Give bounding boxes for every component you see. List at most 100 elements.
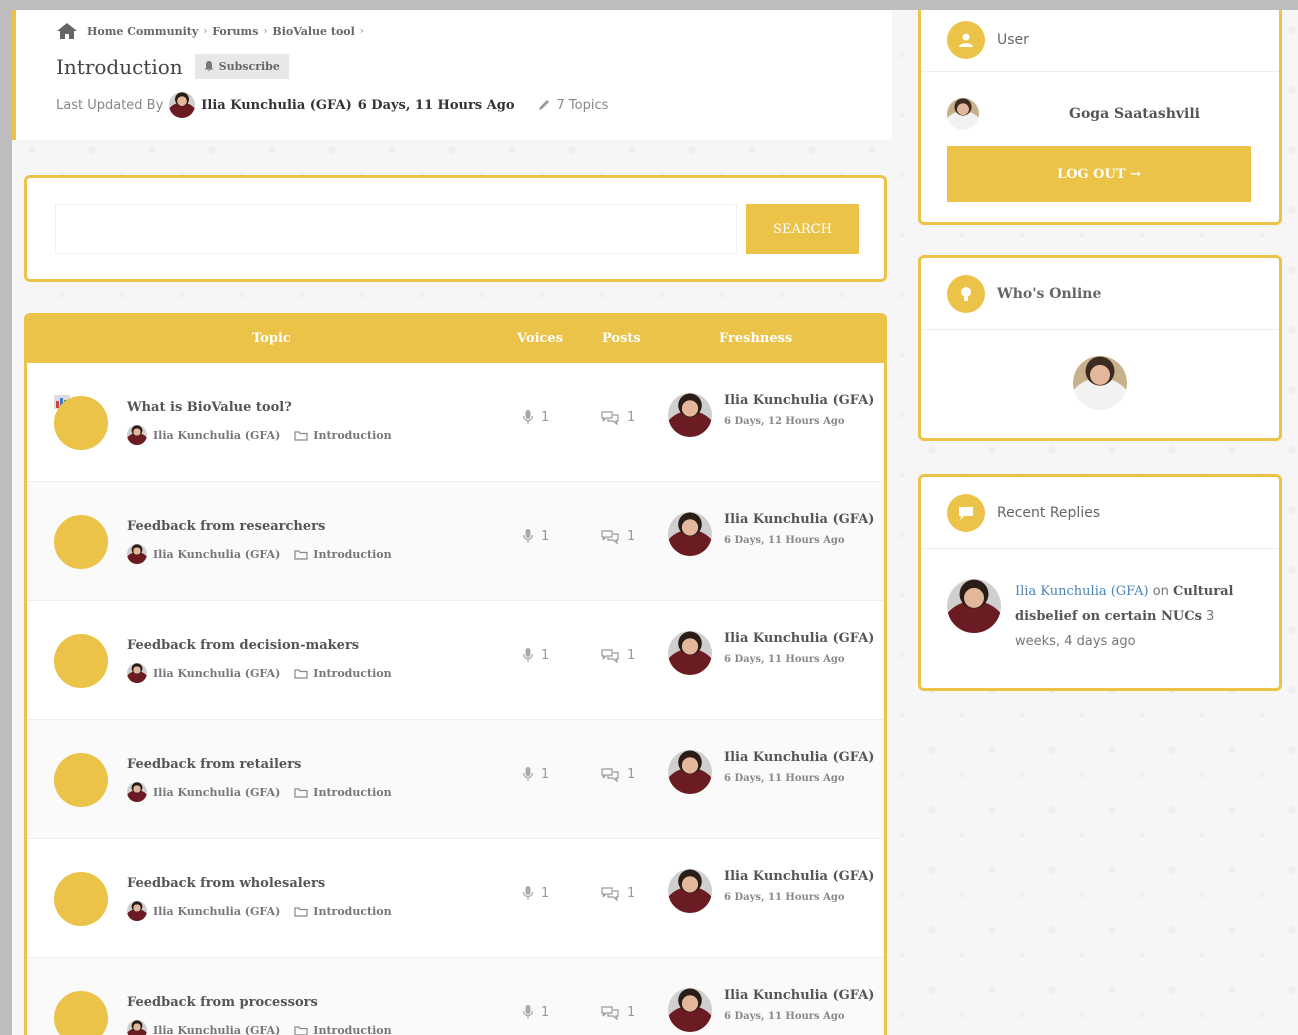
- breadcrumb-current[interactable]: BioValue tool: [272, 25, 354, 38]
- topic-title-link[interactable]: Feedback from processors: [127, 995, 318, 1010]
- topic-forum-link[interactable]: Introduction: [313, 667, 391, 680]
- topic-author-link[interactable]: Ilia Kunchulia (GFA): [153, 667, 280, 680]
- avatar[interactable]: [169, 92, 196, 118]
- online-widget: Who's Online: [918, 255, 1282, 441]
- forum-header: Home Community › Forums › BioValue tool …: [12, 10, 892, 140]
- table-row: Feedback from wholesalers Ilia Kunchulia…: [27, 839, 884, 958]
- topic-forum: Introduction: [294, 667, 392, 680]
- avatar[interactable]: [668, 750, 712, 794]
- avatar[interactable]: [668, 512, 712, 556]
- table-row: Feedback from researchers Ilia Kunchulia…: [27, 482, 884, 601]
- avatar[interactable]: [668, 393, 712, 437]
- header-voices: Voices: [517, 331, 564, 346]
- search-button[interactable]: SEARCH: [746, 204, 859, 254]
- comments-icon: [601, 648, 619, 663]
- header-posts: Posts: [602, 331, 641, 346]
- freshness-info: Ilia Kunchulia (GFA) 6 Days, 12 Hours Ag…: [724, 393, 874, 437]
- online-widget-title: Who's Online: [997, 285, 1102, 302]
- avatar[interactable]: [127, 901, 147, 921]
- folder-icon: [294, 787, 308, 798]
- posts-value: 1: [627, 1005, 636, 1020]
- topic-forum: Introduction: [294, 1024, 392, 1035]
- topic-title-link[interactable]: Feedback from retailers: [127, 757, 301, 772]
- avatar[interactable]: [127, 425, 147, 445]
- search-input[interactable]: [55, 204, 737, 254]
- freshness-time-link[interactable]: 6 Days, 11 Hours Ago: [724, 773, 874, 784]
- topic-title-link[interactable]: Feedback from researchers: [127, 519, 325, 534]
- page: Home Community › Forums › BioValue tool …: [12, 10, 1298, 1035]
- freshness-time-link[interactable]: 6 Days, 12 Hours Ago: [724, 416, 874, 427]
- comments-icon: [601, 886, 619, 901]
- user-widget-header: User: [921, 10, 1279, 72]
- breadcrumb-forums[interactable]: Forums: [212, 25, 258, 38]
- topics-count-label: 7 Topics: [556, 97, 609, 113]
- freshness-time-link[interactable]: 6 Days, 11 Hours Ago: [724, 654, 874, 665]
- topic-status-icon: [54, 515, 108, 569]
- freshness-time-link[interactable]: 6 Days, 11 Hours Ago: [724, 892, 874, 903]
- avatar[interactable]: [947, 98, 979, 130]
- freshness-author-link[interactable]: Ilia Kunchulia (GFA): [724, 750, 874, 765]
- freshness-author-link[interactable]: Ilia Kunchulia (GFA): [724, 393, 874, 408]
- topic-author-link[interactable]: Ilia Kunchulia (GFA): [153, 429, 280, 442]
- topic-forum-link[interactable]: Introduction: [313, 905, 391, 918]
- freshness-author-link[interactable]: Ilia Kunchulia (GFA): [724, 988, 874, 1003]
- topic-author-link[interactable]: Ilia Kunchulia (GFA): [153, 905, 280, 918]
- breadcrumb: Home Community › Forums › BioValue tool …: [56, 22, 364, 40]
- logout-button[interactable]: LOG OUT →: [947, 146, 1251, 202]
- folder-icon: [294, 1025, 308, 1035]
- voices-value: 1: [541, 410, 550, 425]
- topic-author-link[interactable]: Ilia Kunchulia (GFA): [153, 1024, 280, 1035]
- avatar[interactable]: [127, 544, 147, 564]
- avatar[interactable]: [668, 631, 712, 675]
- voices-count: 1: [523, 886, 549, 901]
- avatar[interactable]: [127, 782, 147, 802]
- posts-value: 1: [627, 529, 636, 544]
- freshness-time-link[interactable]: 6 Days, 11 Hours Ago: [724, 535, 874, 546]
- bell-icon: [204, 61, 214, 72]
- last-updated-time[interactable]: 6 Days, 11 Hours Ago: [358, 98, 515, 113]
- replies-widget-header: Recent Replies: [921, 477, 1279, 549]
- posts-count: 1: [601, 410, 635, 425]
- topic-status-icon: [54, 753, 108, 807]
- topic-forum-link[interactable]: Introduction: [313, 548, 391, 561]
- breadcrumb-separator: ›: [359, 25, 364, 37]
- avatar[interactable]: [127, 1020, 147, 1035]
- avatar[interactable]: [668, 988, 712, 1032]
- topic-list: What is BioValue tool? Ilia Kunchulia (G…: [27, 363, 884, 1035]
- topic-meta: Ilia Kunchulia (GFA) Introduction: [127, 663, 392, 683]
- voices-count: 1: [523, 767, 549, 782]
- folder-icon: [294, 549, 308, 560]
- folder-icon: [294, 668, 308, 679]
- voices-count: 1: [523, 1005, 549, 1020]
- last-updated-row: Last Updated By Ilia Kunchulia (GFA) 6 D…: [56, 92, 608, 118]
- freshness-info: Ilia Kunchulia (GFA) 6 Days, 11 Hours Ag…: [724, 988, 874, 1032]
- topic-author-link[interactable]: Ilia Kunchulia (GFA): [153, 786, 280, 799]
- posts-count: 1: [601, 886, 635, 901]
- avatar[interactable]: [947, 579, 1001, 633]
- last-updated-author[interactable]: Ilia Kunchulia (GFA): [201, 98, 351, 113]
- avatar[interactable]: [1073, 356, 1127, 410]
- avatar[interactable]: [127, 663, 147, 683]
- topic-title-link[interactable]: Feedback from decision-makers: [127, 638, 359, 653]
- breadcrumb-home[interactable]: Home Community: [87, 25, 198, 38]
- user-name[interactable]: Goga Saatashvili: [1069, 106, 1200, 122]
- voices-value: 1: [541, 767, 550, 782]
- freshness-author-link[interactable]: Ilia Kunchulia (GFA): [724, 512, 874, 527]
- topic-title-link[interactable]: What is BioValue tool?: [127, 400, 292, 415]
- avatar[interactable]: [668, 869, 712, 913]
- topic-author-link[interactable]: Ilia Kunchulia (GFA): [153, 548, 280, 561]
- subscribe-button[interactable]: Subscribe: [194, 54, 289, 79]
- topic-forum-link[interactable]: Introduction: [313, 1024, 391, 1035]
- topic-meta: Ilia Kunchulia (GFA) Introduction: [127, 544, 392, 564]
- home-icon[interactable]: [56, 22, 78, 40]
- header-topic: Topic: [252, 331, 291, 346]
- topic-forum-link[interactable]: Introduction: [313, 429, 391, 442]
- online-widget-header: Who's Online: [921, 258, 1279, 330]
- reply-author-link[interactable]: Ilia Kunchulia (GFA): [1015, 584, 1149, 599]
- freshness-author-link[interactable]: Ilia Kunchulia (GFA): [724, 869, 874, 884]
- freshness-time-link[interactable]: 6 Days, 11 Hours Ago: [724, 1011, 874, 1022]
- topic-title-link[interactable]: Feedback from wholesalers: [127, 876, 325, 891]
- freshness-author-link[interactable]: Ilia Kunchulia (GFA): [724, 631, 874, 646]
- topic-forum-link[interactable]: Introduction: [313, 786, 391, 799]
- freshness-info: Ilia Kunchulia (GFA) 6 Days, 11 Hours Ag…: [724, 631, 874, 675]
